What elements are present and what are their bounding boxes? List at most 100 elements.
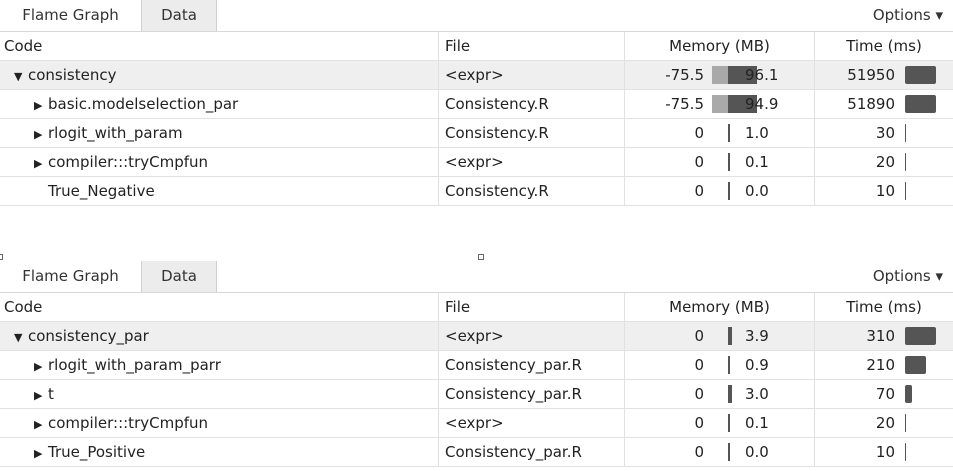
time-cell: 51950 bbox=[814, 61, 953, 89]
memory-allocated-value: 0.1 bbox=[745, 414, 769, 432]
table-row[interactable]: ▶ True_Positive Consistency_par.R 0 0.0 10 bbox=[0, 438, 953, 467]
file-cell: Consistency.R bbox=[438, 177, 624, 205]
header-time[interactable]: Time (ms) bbox=[814, 32, 953, 60]
function-name: t bbox=[48, 385, 54, 403]
header-file[interactable]: File bbox=[438, 32, 624, 60]
time-bar bbox=[905, 66, 936, 84]
header-file[interactable]: File bbox=[438, 293, 624, 321]
memory-cell: 0 0.1 bbox=[624, 409, 814, 437]
code-cell: ▶ rlogit_with_param bbox=[0, 119, 438, 147]
table-body: ▼ consistency <expr> -75.5 96.1 51950 ▶ basic.m… bbox=[0, 61, 953, 206]
resize-handle-left[interactable] bbox=[0, 254, 3, 260]
code-cell: True_Negative bbox=[0, 177, 438, 205]
tab-flame-graph[interactable]: Flame Graph bbox=[0, 0, 141, 31]
expand-right-icon[interactable]: ▶ bbox=[34, 411, 48, 439]
expand-right-icon[interactable]: ▶ bbox=[34, 121, 48, 149]
table-row[interactable]: ▶ basic.modelselection_par Consistency.R -7… bbox=[0, 90, 953, 119]
memory-freed-value: 0 bbox=[694, 443, 704, 461]
header-code[interactable]: Code bbox=[0, 32, 438, 60]
memory-freed-value: 0 bbox=[694, 124, 704, 142]
table-row[interactable]: ▶ rlogit_with_param Consistency.R 0 1.0 30 bbox=[0, 119, 953, 148]
table-row[interactable]: ▶ t Consistency_par.R 0 3.0 70 bbox=[0, 380, 953, 409]
expand-right-icon[interactable]: ▶ bbox=[34, 440, 48, 468]
header-code[interactable]: Code bbox=[0, 293, 438, 321]
file-cell: Consistency_par.R bbox=[438, 380, 624, 408]
time-cell: 10 bbox=[814, 438, 953, 466]
function-name: compiler:::tryCmpfun bbox=[48, 153, 209, 171]
memory-axis bbox=[728, 443, 730, 461]
table-row[interactable]: ▼ consistency_par <expr> 0 3.9 310 bbox=[0, 322, 953, 351]
expand-right-icon[interactable]: ▶ bbox=[34, 92, 48, 120]
memory-axis bbox=[728, 182, 730, 200]
function-name: basic.modelselection_par bbox=[48, 95, 239, 113]
tab-flame-graph[interactable]: Flame Graph bbox=[0, 261, 141, 292]
code-cell: ▶ t bbox=[0, 380, 438, 408]
time-value: 51890 bbox=[847, 95, 895, 113]
table-row[interactable]: ▼ consistency <expr> -75.5 96.1 51950 bbox=[0, 61, 953, 90]
memory-cell: 0 3.9 bbox=[624, 322, 814, 350]
memory-allocated-value: 1.0 bbox=[745, 124, 769, 142]
code-cell: ▼ consistency_par bbox=[0, 322, 438, 350]
code-cell: ▶ compiler:::tryCmpfun bbox=[0, 148, 438, 176]
memory-cell: 0 3.0 bbox=[624, 380, 814, 408]
memory-allocated-bar bbox=[729, 385, 732, 403]
header-time[interactable]: Time (ms) bbox=[814, 293, 953, 321]
time-value: 51950 bbox=[847, 66, 895, 84]
memory-allocated-bar bbox=[729, 327, 732, 345]
header-memory[interactable]: Memory (MB) bbox=[624, 293, 814, 321]
memory-cell: 0 0.0 bbox=[624, 438, 814, 466]
table-row[interactable]: ▶ rlogit_with_param_parr Consistency_par.R… bbox=[0, 351, 953, 380]
table-body: ▼ consistency_par <expr> 0 3.9 310 ▶ rlogit_wit… bbox=[0, 322, 953, 467]
memory-axis bbox=[728, 414, 730, 432]
time-cell: 51890 bbox=[814, 90, 953, 118]
time-bar bbox=[905, 182, 906, 200]
time-bar bbox=[905, 356, 926, 374]
expand-right-icon[interactable]: ▶ bbox=[34, 353, 48, 381]
memory-allocated-value: 3.0 bbox=[745, 385, 769, 403]
options-dropdown[interactable]: Options ▾ bbox=[873, 261, 943, 291]
tab-bar: Flame Graph Data Options ▾ bbox=[0, 261, 953, 293]
memory-axis bbox=[728, 356, 730, 374]
expand-down-icon[interactable]: ▼ bbox=[14, 63, 28, 91]
profvis-panel-consistency-par: Flame Graph Data Options ▾ Code File Mem… bbox=[0, 261, 953, 467]
memory-cell: 0 0.1 bbox=[624, 148, 814, 176]
file-cell: Consistency.R bbox=[438, 90, 624, 118]
expand-down-icon[interactable]: ▼ bbox=[14, 324, 28, 352]
table-row[interactable]: ▶ compiler:::tryCmpfun <expr> 0 0.1 20 bbox=[0, 409, 953, 438]
memory-allocated-value: 0.0 bbox=[745, 182, 769, 200]
file-cell: Consistency_par.R bbox=[438, 438, 624, 466]
time-value: 10 bbox=[875, 443, 895, 461]
table-row[interactable]: True_Negative Consistency.R 0 0.0 10 bbox=[0, 177, 953, 206]
time-value: 20 bbox=[875, 153, 895, 171]
file-cell: <expr> bbox=[438, 148, 624, 176]
memory-axis bbox=[728, 153, 730, 171]
time-value: 10 bbox=[875, 182, 895, 200]
function-name: rlogit_with_param_parr bbox=[48, 356, 221, 374]
function-name: compiler:::tryCmpfun bbox=[48, 414, 209, 432]
options-dropdown[interactable]: Options ▾ bbox=[873, 0, 943, 30]
memory-freed-value: 0 bbox=[694, 414, 704, 432]
file-cell: <expr> bbox=[438, 409, 624, 437]
time-cell: 70 bbox=[814, 380, 953, 408]
memory-cell: -75.5 96.1 bbox=[624, 61, 814, 89]
resize-handle-center[interactable] bbox=[478, 254, 484, 260]
header-memory[interactable]: Memory (MB) bbox=[624, 32, 814, 60]
memory-allocated-value: 0.9 bbox=[745, 356, 769, 374]
time-cell: 10 bbox=[814, 177, 953, 205]
memory-freed-value: 0 bbox=[694, 385, 704, 403]
memory-freed-value: 0 bbox=[694, 182, 704, 200]
time-bar bbox=[905, 153, 906, 171]
table-row[interactable]: ▶ compiler:::tryCmpfun <expr> 0 0.1 20 bbox=[0, 148, 953, 177]
expand-right-icon[interactable]: ▶ bbox=[34, 150, 48, 178]
memory-freed-value: -75.5 bbox=[665, 66, 704, 84]
tab-data[interactable]: Data bbox=[141, 261, 217, 292]
memory-allocated-value: 96.1 bbox=[745, 66, 779, 84]
file-cell: <expr> bbox=[438, 322, 624, 350]
expand-right-icon[interactable]: ▶ bbox=[34, 382, 48, 410]
file-cell: Consistency.R bbox=[438, 119, 624, 147]
tab-bar: Flame Graph Data Options ▾ bbox=[0, 0, 953, 32]
code-cell: ▼ consistency bbox=[0, 61, 438, 89]
time-value: 310 bbox=[866, 327, 895, 345]
tab-data[interactable]: Data bbox=[141, 0, 217, 31]
time-bar bbox=[905, 124, 906, 142]
